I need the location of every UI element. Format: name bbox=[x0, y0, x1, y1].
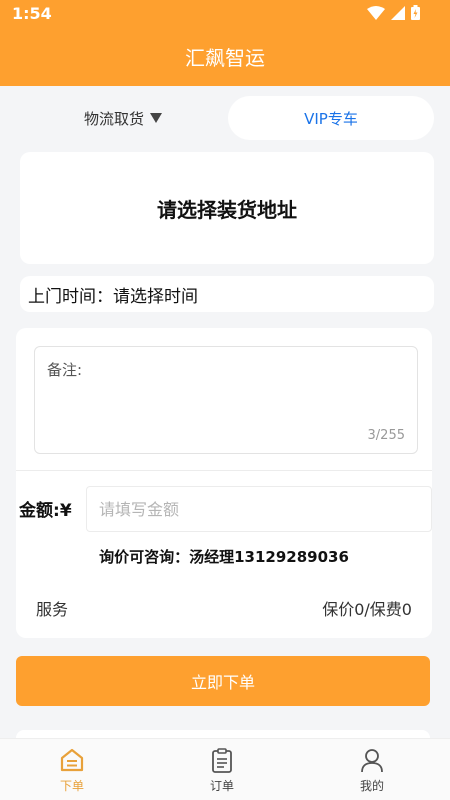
service-label: 服务 bbox=[36, 600, 69, 619]
clipboard-icon bbox=[212, 748, 232, 773]
tab-place-order[interactable]: 下单 bbox=[27, 747, 117, 794]
tab-label: 下单 bbox=[59, 779, 84, 793]
divider bbox=[16, 470, 432, 471]
tab-label: 我的 bbox=[359, 779, 384, 793]
amount-label: 金额:¥ bbox=[19, 496, 72, 521]
wifi-icon bbox=[367, 5, 385, 20]
status-icons bbox=[367, 5, 420, 20]
order-form: 备注: 3/255 金额:¥ 询价可咨询：汤经理13129289036 服务 保… bbox=[16, 328, 432, 638]
app-title: 汇飙智运 bbox=[185, 46, 265, 70]
remark-textarea[interactable]: 备注: 3/255 bbox=[34, 346, 418, 454]
vip-car-tab[interactable]: VIP专车 bbox=[228, 96, 434, 140]
service-value[interactable]: 保价0/保费0 bbox=[322, 596, 412, 620]
tab-mine[interactable]: 我的 bbox=[327, 747, 417, 794]
bottom-tab-bar: 下单 订单 我的 bbox=[0, 738, 450, 800]
battery-icon bbox=[411, 5, 420, 20]
tab-orders[interactable]: 订单 bbox=[177, 747, 267, 794]
tab-label: 订单 bbox=[209, 779, 234, 793]
address-prompt: 请选择装货地址 bbox=[157, 197, 297, 222]
remark-char-count: 3/255 bbox=[367, 428, 405, 443]
currency-symbol: ¥ bbox=[59, 501, 72, 521]
amount-input[interactable] bbox=[86, 486, 432, 532]
inquiry-contact: 询价可咨询：汤经理13129289036 bbox=[99, 548, 349, 566]
caret-down-icon bbox=[150, 113, 162, 123]
remark-label: 备注: bbox=[47, 361, 83, 379]
home-order-icon bbox=[60, 748, 84, 772]
place-order-button[interactable]: 立即下单 bbox=[16, 656, 430, 706]
status-time: 1:54 bbox=[12, 4, 52, 23]
pickup-time-label: 上门时间： bbox=[28, 286, 113, 307]
mode-left-label: 物流取货 bbox=[83, 109, 144, 128]
mode-switch: 物流取货 VIP专车 bbox=[18, 96, 434, 140]
pickup-time-selector[interactable]: 上门时间： 请选择时间 bbox=[20, 276, 434, 312]
app-header: 1:54 汇飙智运 bbox=[0, 0, 450, 86]
user-icon bbox=[361, 749, 383, 773]
pickup-time-value: 请选择时间 bbox=[113, 286, 198, 307]
amount-label-text: 金额: bbox=[19, 501, 60, 521]
logistics-pickup-dropdown[interactable]: 物流取货 bbox=[18, 96, 228, 140]
signal-icon bbox=[391, 5, 405, 20]
loading-address-selector[interactable]: 请选择装货地址 bbox=[20, 152, 434, 264]
